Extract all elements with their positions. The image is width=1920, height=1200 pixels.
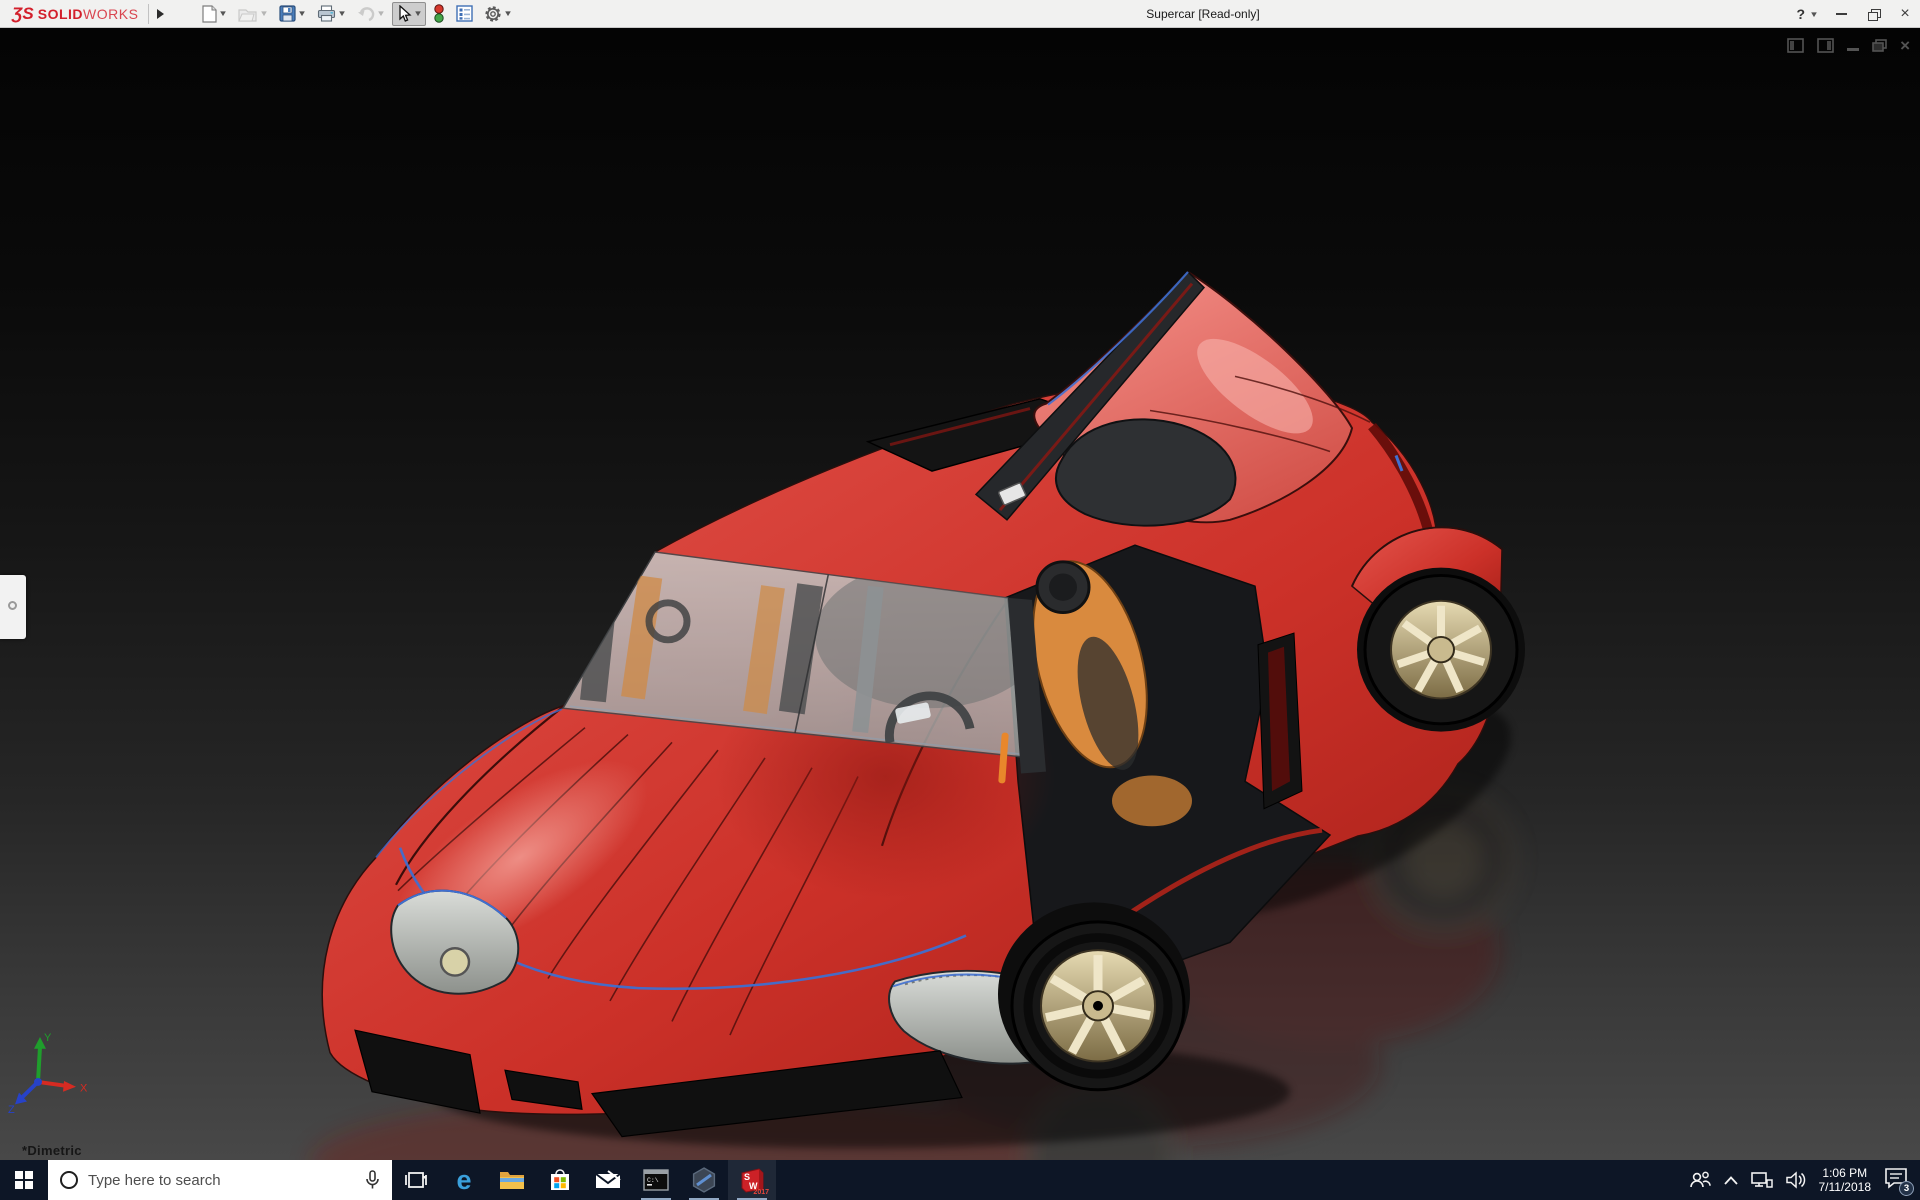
clock-date: 7/11/2018 xyxy=(1818,1180,1872,1194)
help-button[interactable]: ? ▼ xyxy=(1796,6,1819,22)
dropdown-arrow-icon: ▼ xyxy=(259,9,270,18)
dropdown-arrow-icon[interactable]: ▼ xyxy=(503,9,513,18)
restore-button[interactable] xyxy=(1864,4,1882,24)
solidworks-year-label: 2017 xyxy=(753,1189,769,1196)
taskbar-app-solidworks[interactable]: S W 2017 xyxy=(728,1160,776,1200)
pane-toggle-right-icon[interactable] xyxy=(1817,38,1834,53)
collapsed-panel-tab[interactable] xyxy=(0,575,26,639)
open-icon xyxy=(238,8,257,22)
command-prompt-icon: C:\ xyxy=(643,1169,669,1191)
new-document-button[interactable]: ▼ xyxy=(197,2,231,26)
properties-button[interactable] xyxy=(452,2,477,26)
doc-restore-icon[interactable] xyxy=(1872,39,1887,52)
taskbar-app-command-prompt[interactable]: C:\ xyxy=(632,1160,680,1200)
action-center-button[interactable]: 3 xyxy=(1884,1167,1914,1196)
dropdown-arrow-icon: ▼ xyxy=(376,9,386,18)
view-orientation-label: *Dimetric xyxy=(22,1143,82,1158)
solidworks-logo: ƷS SOLID WORKS xyxy=(0,4,146,24)
doc-close-icon[interactable]: × xyxy=(1900,37,1910,54)
taskbar-app-file-explorer[interactable] xyxy=(488,1160,536,1200)
brand-works: WORKS xyxy=(83,5,139,22)
file-explorer-icon xyxy=(500,1172,524,1189)
flyout-arrow-icon xyxy=(156,8,164,19)
show-hidden-icons-chevron[interactable] xyxy=(1723,1175,1738,1185)
people-icon[interactable] xyxy=(1689,1171,1711,1189)
dropdown-arrow-icon[interactable]: ▼ xyxy=(219,9,229,18)
taskbar-app-store[interactable] xyxy=(536,1160,584,1200)
help-glyph: ? xyxy=(1796,6,1806,22)
save-button[interactable]: ▼ xyxy=(275,2,310,26)
pin-icon xyxy=(8,601,17,610)
save-icon xyxy=(279,5,296,22)
dropdown-arrow-icon[interactable]: ▼ xyxy=(337,9,347,18)
orientation-triad[interactable]: Y X Z xyxy=(8,1032,88,1116)
display-states-icon xyxy=(434,4,444,23)
3d-scene[interactable]: Y X Z xyxy=(0,28,1920,1160)
solidworks-window: ƷS SOLID WORKS ▼ ▼ ▼ ▼ ▼ ▼ ▼ Supercar [R… xyxy=(0,0,1920,1200)
window-title: Supercar [Read-only] xyxy=(1146,7,1260,21)
clock-time: 1:06 PM xyxy=(1822,1166,1868,1180)
search-input[interactable] xyxy=(88,1171,355,1189)
task-view-icon xyxy=(405,1172,427,1188)
properties-icon xyxy=(456,5,473,22)
undo-icon xyxy=(358,7,375,21)
microphone-icon[interactable] xyxy=(365,1170,380,1190)
mail-icon xyxy=(595,1170,621,1188)
store-icon xyxy=(551,1169,569,1190)
network-icon[interactable] xyxy=(1750,1171,1773,1189)
new-document-icon xyxy=(202,4,218,23)
select-tool-button[interactable]: ▼ xyxy=(392,1,426,26)
undo-button[interactable]: ▼ xyxy=(353,2,389,26)
close-button[interactable]: × xyxy=(1896,4,1914,24)
restore-icon xyxy=(1867,9,1881,21)
triad-y-label: Y xyxy=(44,1032,51,1044)
notification-badge: 3 xyxy=(1899,1181,1914,1196)
windows-taskbar: e xyxy=(0,1160,1920,1200)
taskbar-app-task-view[interactable] xyxy=(392,1160,440,1200)
print-icon xyxy=(318,5,336,22)
doc-minimize-icon[interactable] xyxy=(1847,48,1860,51)
edge-icon: e xyxy=(456,1164,472,1195)
edrawings-hexagon-icon xyxy=(692,1167,716,1193)
taskbar-app-edge[interactable]: e xyxy=(440,1160,488,1200)
taskbar-search[interactable] xyxy=(48,1160,392,1200)
cortana-icon xyxy=(60,1171,78,1189)
triad-z-label: Z xyxy=(8,1104,15,1116)
start-button[interactable] xyxy=(0,1160,48,1200)
quick-access-toolbar: ▼ ▼ ▼ ▼ ▼ ▼ ▼ xyxy=(197,1,516,26)
print-button[interactable]: ▼ xyxy=(313,2,350,26)
triad-x-label: X xyxy=(80,1083,88,1095)
window-controls: ? ▼ × xyxy=(1797,0,1914,28)
taskbar-app-mail[interactable] xyxy=(584,1160,632,1200)
pane-toggle-icon[interactable] xyxy=(1787,38,1804,53)
close-icon: × xyxy=(1900,5,1910,22)
dropdown-arrow-icon[interactable]: ▼ xyxy=(1809,10,1819,19)
dropdown-arrow-icon[interactable]: ▼ xyxy=(297,9,307,18)
taskbar-app-edrawings[interactable] xyxy=(680,1160,728,1200)
brand-mark: ƷS xyxy=(12,3,34,23)
options-button[interactable]: ▼ xyxy=(480,2,516,26)
dropdown-arrow-icon[interactable]: ▼ xyxy=(413,9,423,18)
select-cursor-icon xyxy=(399,4,412,22)
side-intake xyxy=(1257,632,1303,810)
graphics-viewport[interactable]: Y X Z × *Dimetric xyxy=(0,28,1920,1160)
taskbar-clock[interactable]: 1:06 PM 7/11/2018 xyxy=(1819,1166,1872,1194)
options-gear-icon xyxy=(485,5,501,22)
minimize-button[interactable] xyxy=(1832,4,1850,24)
brand-solid: SOLID xyxy=(37,5,84,22)
display-states-button[interactable] xyxy=(429,2,449,26)
svg-text:C:\: C:\ xyxy=(647,1177,659,1184)
open-button[interactable]: ▼ xyxy=(234,2,272,26)
minimize-icon xyxy=(1835,13,1847,15)
divider xyxy=(148,3,150,24)
titlebar: ƷS SOLID WORKS ▼ ▼ ▼ ▼ ▼ ▼ ▼ Supercar [R… xyxy=(0,0,1920,28)
windows-logo-icon xyxy=(15,1171,33,1189)
menu-flyout-button[interactable] xyxy=(151,2,169,26)
document-window-controls: × xyxy=(1787,37,1910,54)
volume-icon[interactable] xyxy=(1785,1171,1806,1189)
system-tray: 1:06 PM 7/11/2018 3 xyxy=(1689,1160,1920,1200)
